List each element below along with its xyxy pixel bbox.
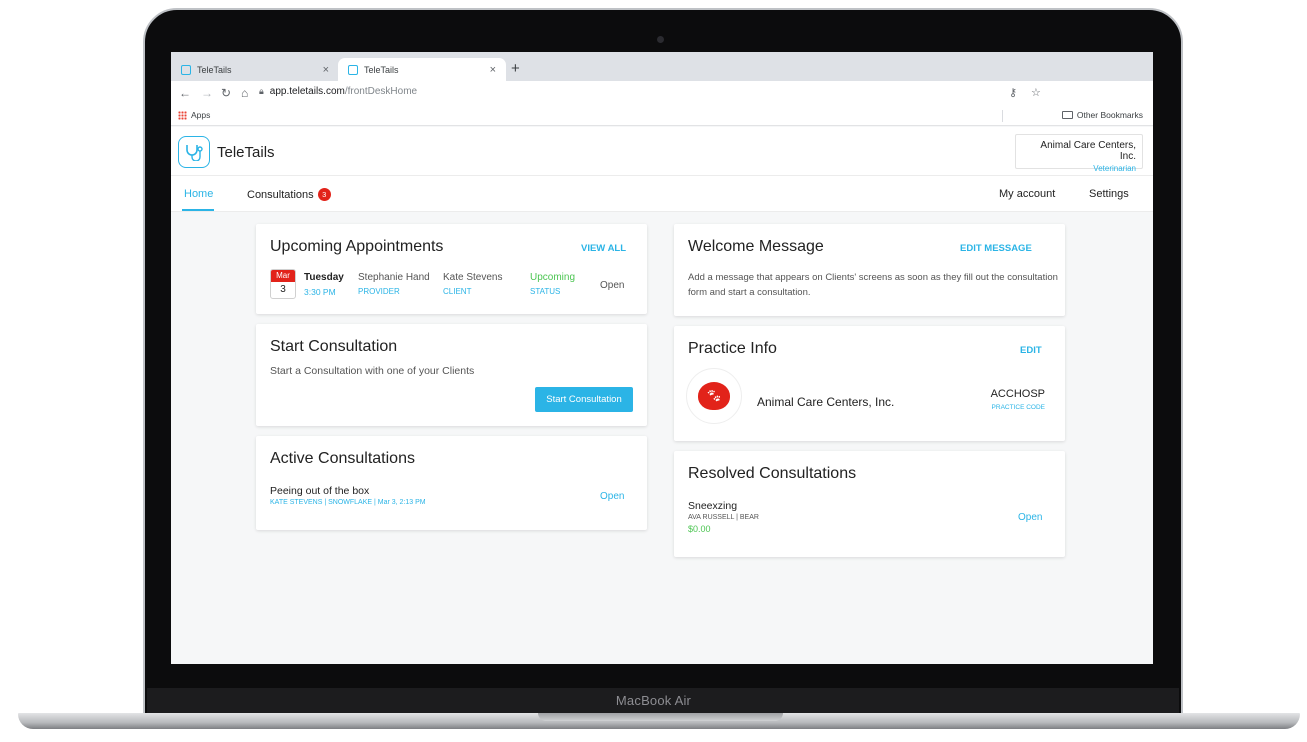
- consultations-count-badge: 3: [317, 188, 331, 201]
- key-icon[interactable]: ⚷: [1009, 86, 1017, 99]
- practice-logo: 🐾︎: [686, 368, 742, 424]
- resolved-consultation-title[interactable]: Sneexzing: [688, 500, 737, 512]
- app-name[interactable]: TeleTails: [217, 144, 275, 161]
- active-consultation-meta: KATE STEVENS | SNOWFLAKE | Mar 3, 2:13 P…: [270, 499, 426, 506]
- appointment-weekday: Tuesday: [304, 272, 344, 283]
- card-title: Active Consultations: [270, 450, 415, 467]
- folder-icon: [1061, 111, 1073, 119]
- other-bookmarks-label: Other Bookmarks: [1076, 110, 1143, 120]
- status-label: STATUS: [530, 287, 561, 296]
- card-title: Practice Info: [688, 340, 777, 357]
- tab-my-account[interactable]: My account: [999, 188, 1055, 200]
- practice-code: ACCHOSP: [990, 388, 1045, 400]
- main-nav: Home Consultations 3 My account Settings: [171, 176, 1153, 212]
- start-consultation-card: Start Consultation Start a Consultation …: [256, 324, 647, 426]
- tab-consultations[interactable]: Consultations 3: [247, 188, 331, 201]
- bookmark-separator: [1002, 110, 1003, 122]
- apps-label: Apps: [191, 110, 211, 120]
- tab-title: TeleTails: [364, 64, 399, 75]
- org-name: Animal Care Centers, Inc.: [1040, 140, 1136, 162]
- apps-grid-icon: [178, 110, 187, 120]
- appointment-status: Upcoming STATUS: [530, 272, 575, 296]
- status-value: Upcoming: [530, 272, 576, 283]
- new-tab-icon[interactable]: +: [511, 60, 520, 77]
- calendar-date: Mar 3: [270, 269, 296, 299]
- screen: TeleTails × TeleTails × + ← → ↻ ⌂ 🔒︎ app.…: [171, 52, 1153, 664]
- tab-bar: TeleTails × TeleTails × +: [171, 52, 1153, 81]
- active-consultations-card: Active Consultations Peeing out of the b…: [256, 436, 647, 530]
- org-selector[interactable]: Animal Care Centers, Inc. Veterinarian: [1015, 134, 1143, 173]
- lock-icon: 🔒︎: [259, 86, 264, 96]
- start-consultation-button[interactable]: Start Consultation: [535, 387, 633, 412]
- bookmark-apps[interactable]: Apps: [178, 110, 210, 120]
- active-consultation-title[interactable]: Peeing out of the box: [270, 485, 369, 497]
- appointment-time: 3:30 PM: [304, 287, 336, 297]
- active-tab-indicator: [182, 209, 214, 211]
- tab-consultations-label: Consultations: [247, 188, 314, 201]
- card-title: Resolved Consultations: [688, 465, 857, 482]
- url-path: /frontDeskHome: [344, 86, 418, 97]
- close-icon[interactable]: ×: [323, 64, 329, 76]
- tab-title: TeleTails: [197, 64, 232, 75]
- practice-info-card: Practice Info EDIT 🐾︎ Animal Care Center…: [674, 326, 1065, 441]
- appointment-client: Kate Stevens CLIENT: [443, 272, 502, 296]
- welcome-message-card: Welcome Message EDIT MESSAGE Add a messa…: [674, 224, 1065, 316]
- resolved-consultations-card: Resolved Consultations Sneexzing AVA RUS…: [674, 451, 1065, 557]
- edit-practice-link[interactable]: EDIT: [1020, 345, 1042, 356]
- address-bar[interactable]: 🔒︎ app.teletails.com/frontDeskHome: [259, 86, 417, 97]
- camera: [657, 36, 664, 43]
- provider-label: PROVIDER: [358, 287, 400, 296]
- close-icon[interactable]: ×: [490, 64, 496, 76]
- star-icon[interactable]: ☆: [1031, 86, 1041, 99]
- home-icon[interactable]: ⌂: [241, 86, 248, 100]
- card-title: Upcoming Appointments: [270, 238, 444, 255]
- browser-tab-1[interactable]: TeleTails ×: [171, 58, 339, 81]
- back-arrow-icon[interactable]: ←: [179, 86, 191, 100]
- reload-icon[interactable]: ↻: [221, 86, 231, 100]
- appointment-when: Tuesday 3:30 PM: [304, 272, 344, 297]
- favicon-icon: [348, 64, 358, 75]
- open-appointment-button[interactable]: Open: [600, 280, 624, 291]
- stethoscope-logo-icon[interactable]: [178, 136, 210, 168]
- org-role: Veterinarian: [1093, 164, 1136, 173]
- url-host: app.teletails.com: [269, 86, 345, 97]
- provider-name: Stephanie Hand: [358, 272, 430, 283]
- resolved-consultation-amount: $0.00: [688, 524, 711, 534]
- welcome-body: Add a message that appears on Clients' s…: [688, 272, 1058, 298]
- laptop-notch: [538, 713, 783, 721]
- tab-home[interactable]: Home: [184, 188, 213, 200]
- calendar-day: 3: [280, 284, 286, 295]
- card-title: Welcome Message: [688, 238, 824, 255]
- tab-settings[interactable]: Settings: [1089, 188, 1129, 200]
- open-resolved-consultation-button[interactable]: Open: [1018, 512, 1042, 523]
- stethoscope-icon: [186, 145, 203, 161]
- bookmarks-bar: Apps Other Bookmarks: [171, 107, 1153, 126]
- forward-arrow-icon[interactable]: →: [201, 86, 213, 100]
- bookmark-other[interactable]: Other Bookmarks: [1061, 110, 1143, 120]
- client-label: CLIENT: [443, 287, 472, 296]
- practice-name: Animal Care Centers, Inc.: [757, 395, 895, 409]
- view-all-link[interactable]: VIEW ALL: [581, 243, 626, 254]
- open-active-consultation-button[interactable]: Open: [600, 491, 624, 502]
- client-name: Kate Stevens: [443, 272, 503, 283]
- browser-tab-2[interactable]: TeleTails ×: [338, 58, 506, 81]
- favicon-icon: [181, 64, 191, 75]
- browser-toolbar: ← → ↻ ⌂ 🔒︎ app.teletails.com/frontDeskHom…: [171, 81, 1153, 107]
- practice-code-label: PRACTICE CODE: [991, 404, 1045, 411]
- appointment-provider: Stephanie Hand PROVIDER: [358, 272, 430, 296]
- edit-message-link[interactable]: EDIT MESSAGE: [960, 243, 1032, 254]
- device-label: MacBook Air: [615, 693, 692, 708]
- card-title: Start Consultation: [270, 338, 398, 355]
- app-header: TeleTails Animal Care Centers, Inc. Vete…: [171, 127, 1153, 176]
- upcoming-appointments-card: Upcoming Appointments VIEW ALL Mar 3 Tue…: [256, 224, 647, 314]
- resolved-consultation-meta: AVA RUSSELL | BEAR: [688, 514, 759, 521]
- calendar-month: Mar: [271, 270, 295, 282]
- paw-heart-icon: 🐾︎: [698, 382, 730, 410]
- start-description: Start a Consultation with one of your Cl…: [270, 365, 475, 377]
